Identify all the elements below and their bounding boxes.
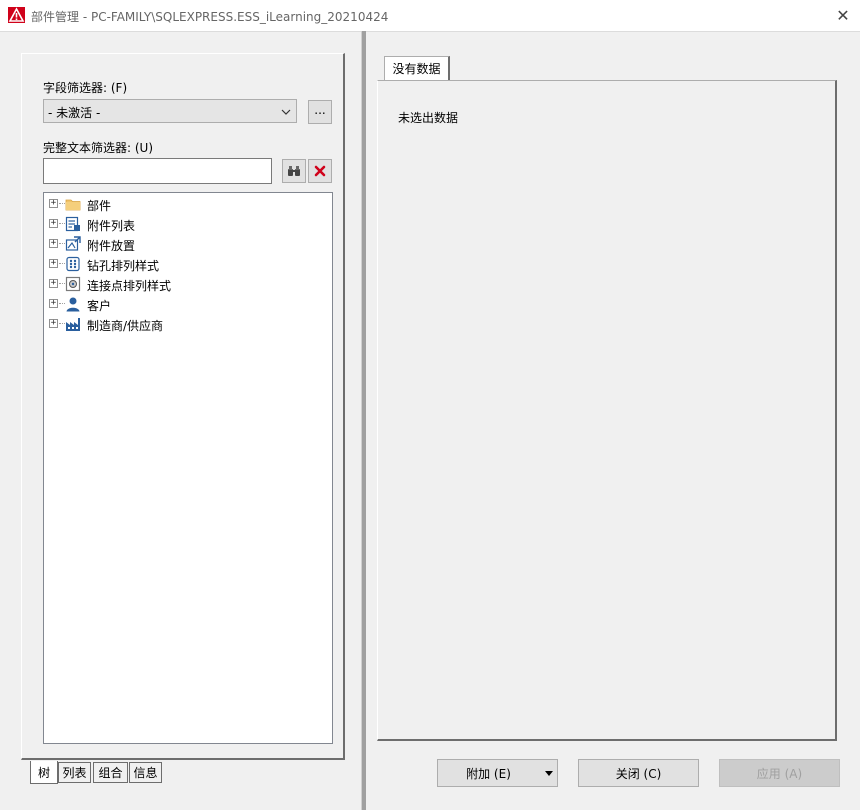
no-data-message: 未选出数据: [398, 111, 459, 125]
pane-splitter[interactable]: [361, 31, 366, 810]
details-panel: [377, 80, 837, 741]
tree-node-accessory-list[interactable]: + 附件列表: [44, 214, 324, 234]
accessory-list-icon: [65, 216, 80, 232]
tree-node-manufacturer[interactable]: + 制造商/供应商: [44, 314, 324, 334]
app-logo-icon: [8, 7, 25, 23]
tab-label: 没有数据: [392, 62, 441, 76]
tab-label: 信息: [133, 766, 158, 780]
field-filter-value: - 未激活 -: [48, 106, 101, 120]
title-bar: 部件管理 - PC-FAMILY\SQLEXPRESS.ESS_iLearnin…: [0, 0, 860, 32]
expand-icon[interactable]: +: [49, 199, 58, 208]
tree-node-label: 连接点排列样式: [87, 279, 172, 293]
binoculars-icon: [288, 166, 300, 176]
tree-node-connection-point-pattern[interactable]: + 连接点排列样式: [44, 274, 324, 294]
tree-node-customer[interactable]: + 客户: [44, 294, 324, 314]
tab-label: 树: [37, 765, 50, 780]
tab-combination[interactable]: 组合: [93, 762, 128, 783]
fulltext-filter-input[interactable]: [43, 158, 272, 184]
accessory-placement-icon: [65, 236, 81, 251]
tree-node-accessory-placement[interactable]: + 附件放置: [44, 234, 324, 254]
tree-node-label: 部件: [87, 199, 112, 213]
close-button[interactable]: 关闭 (C): [578, 759, 699, 787]
expand-icon[interactable]: +: [49, 239, 58, 248]
tab-no-data[interactable]: 没有数据: [384, 56, 450, 80]
tab-info[interactable]: 信息: [129, 762, 162, 783]
tree-node-label: 钻孔排列样式: [87, 259, 160, 273]
tree-node-label: 附件放置: [87, 239, 136, 253]
more-button-label: ...: [314, 103, 326, 117]
expand-icon[interactable]: +: [49, 259, 58, 268]
category-tree[interactable]: + 部件 + 附件列表 + 附件放置 + 钻孔排列样式 + 连接点排列样式 + …: [43, 192, 333, 744]
manufacturer-icon: [66, 318, 80, 331]
dropdown-arrow-icon: [545, 771, 553, 776]
apply-button-label: 应用 (A): [756, 766, 803, 781]
search-button[interactable]: [282, 159, 306, 183]
tree-node-drill-pattern[interactable]: + 钻孔排列样式: [44, 254, 324, 274]
delete-icon: [314, 165, 326, 177]
close-icon: ✕: [836, 6, 850, 25]
tab-tree[interactable]: 树: [30, 761, 58, 784]
tab-label: 组合: [98, 766, 123, 780]
field-filter-select[interactable]: - 未激活 -: [43, 99, 297, 123]
expand-icon[interactable]: +: [49, 319, 58, 328]
chevron-down-icon: [281, 109, 291, 115]
field-filter-more-button[interactable]: ...: [308, 100, 332, 124]
folder-icon: [65, 199, 81, 211]
add-button-label: 附加 (E): [466, 766, 511, 781]
add-button[interactable]: 附加 (E): [437, 759, 558, 787]
tab-list[interactable]: 列表: [58, 762, 91, 783]
drill-pattern-icon: [66, 256, 80, 272]
tab-label: 列表: [62, 766, 87, 780]
expand-icon[interactable]: +: [49, 279, 58, 288]
tree-node-label: 客户: [87, 299, 112, 313]
close-button-label: 关闭 (C): [615, 766, 662, 781]
tree-node-parts[interactable]: + 部件: [44, 194, 324, 214]
expand-icon[interactable]: +: [49, 219, 58, 228]
window-title: 部件管理 - PC-FAMILY\SQLEXPRESS.ESS_iLearnin…: [31, 10, 389, 24]
tree-node-label: 附件列表: [87, 219, 136, 233]
customer-icon: [66, 297, 80, 312]
field-filter-label: 字段筛选器: (F): [43, 81, 128, 95]
connection-point-pattern-icon: [65, 276, 81, 292]
fulltext-filter-label: 完整文本筛选器: (U): [43, 141, 154, 155]
apply-button[interactable]: 应用 (A): [719, 759, 840, 787]
window-edge-indicator: [854, 185, 860, 678]
tree-node-label: 制造商/供应商: [87, 319, 164, 333]
close-window-button[interactable]: ✕: [826, 0, 860, 31]
expand-icon[interactable]: +: [49, 299, 58, 308]
clear-filter-button[interactable]: [308, 159, 332, 183]
